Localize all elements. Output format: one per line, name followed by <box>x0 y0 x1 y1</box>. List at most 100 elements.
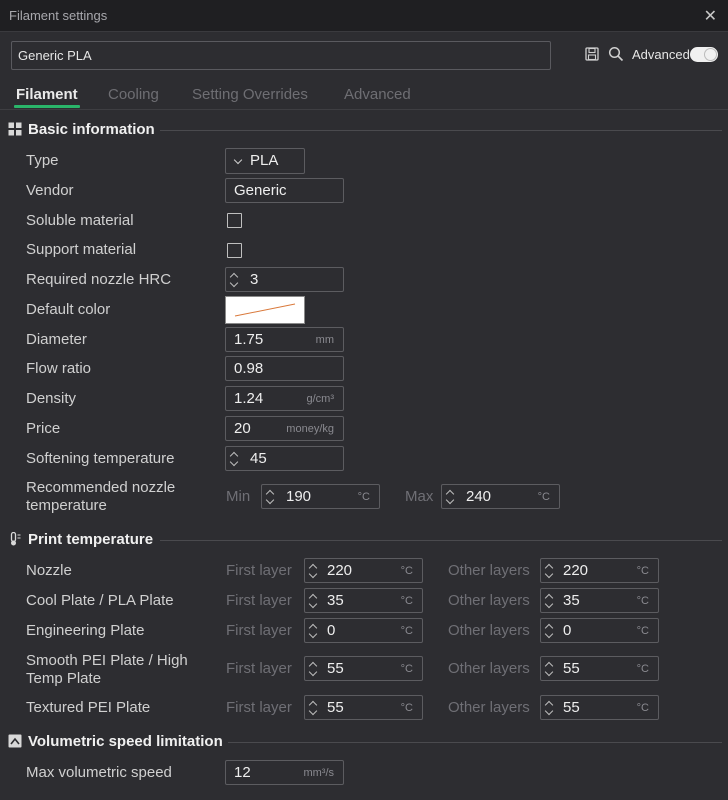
cool-plate-label: Cool Plate / PLA Plate <box>26 592 174 609</box>
search-icon[interactable] <box>608 46 624 62</box>
smooth-pei-label-line2: Temp Plate <box>26 670 102 687</box>
nozzle-max-value: 240 <box>466 488 492 505</box>
spin-arrows-icon[interactable] <box>446 487 456 506</box>
section-divider <box>160 130 722 131</box>
nozzle-min-value: 190 <box>286 488 312 505</box>
engineering-plate-label: Engineering Plate <box>26 622 145 639</box>
temp-unit: °C <box>400 595 413 607</box>
nozzle-first-layer-stepper[interactable]: 220 °C <box>304 558 423 583</box>
engineering-plate-first-value: 0 <box>327 622 336 639</box>
spin-arrows-icon[interactable] <box>309 621 319 640</box>
spin-arrows-icon[interactable] <box>545 591 555 610</box>
spin-arrows-icon[interactable] <box>230 449 240 468</box>
spin-arrows-icon[interactable] <box>309 561 319 580</box>
save-icon[interactable] <box>585 47 599 61</box>
hrc-label: Required nozzle HRC <box>26 271 172 288</box>
textured-pei-first-value: 55 <box>327 699 344 716</box>
cool-plate-other-value: 35 <box>563 592 580 609</box>
nozzle-label: Nozzle <box>26 562 72 579</box>
nozzle-min-stepper[interactable]: 190 °C <box>261 484 380 509</box>
max-volumetric-speed-field[interactable]: 12 mm³/s <box>225 760 344 785</box>
diameter-field[interactable]: 1.75 mm <box>225 327 344 352</box>
nozzle-temp-label: Recommended nozzle temperature <box>26 479 175 515</box>
section-title: Basic information <box>28 121 155 138</box>
empty-color-icon <box>234 303 296 317</box>
other-layers-label: Other layers <box>448 592 530 609</box>
vendor-field[interactable]: Generic <box>225 178 344 203</box>
engineering-plate-first-layer-stepper[interactable]: 0 °C <box>304 618 423 643</box>
support-checkbox[interactable] <box>227 243 242 258</box>
textured-pei-other-layers-stepper[interactable]: 55 °C <box>540 695 659 720</box>
tab-filament[interactable]: Filament <box>16 86 78 103</box>
temp-unit: °C <box>400 625 413 637</box>
spin-arrows-icon[interactable] <box>545 621 555 640</box>
other-layers-label: Other layers <box>448 562 530 579</box>
engineering-plate-other-value: 0 <box>563 622 572 639</box>
close-icon[interactable]: ✕ <box>704 6 717 26</box>
tab-cooling[interactable]: Cooling <box>108 86 159 103</box>
softening-stepper[interactable]: 45 <box>225 446 344 471</box>
flow-ratio-field[interactable]: 0.98 <box>225 356 344 381</box>
nozzle-max-unit: °C <box>537 491 550 503</box>
density-value: 1.24 <box>234 390 264 407</box>
density-unit: g/cm³ <box>306 393 335 405</box>
section-print-temperature: Print temperature <box>8 531 153 548</box>
textured-pei-other-value: 55 <box>563 699 580 716</box>
soluble-label: Soluble material <box>26 212 134 229</box>
preset-name-field[interactable]: Generic PLA <box>11 41 551 70</box>
cool-plate-other-layers-stepper[interactable]: 35 °C <box>540 588 659 613</box>
temp-unit: °C <box>636 595 649 607</box>
temp-unit: °C <box>400 663 413 675</box>
temp-unit: °C <box>636 625 649 637</box>
textured-pei-first-layer-stepper[interactable]: 55 °C <box>304 695 423 720</box>
smooth-pei-label-line1: Smooth PEI Plate / High <box>26 652 188 669</box>
tab-divider <box>0 109 728 110</box>
smooth-pei-other-value: 55 <box>563 660 580 677</box>
other-layers-label: Other layers <box>448 699 530 716</box>
spin-arrows-icon[interactable] <box>309 659 319 678</box>
softening-label: Softening temperature <box>26 450 175 467</box>
advanced-toggle-label: Advanced <box>632 47 690 62</box>
color-label: Default color <box>26 301 111 318</box>
first-layer-label: First layer <box>226 622 292 639</box>
section-title: Volumetric speed limitation <box>28 733 223 750</box>
spin-arrows-icon[interactable] <box>230 270 240 289</box>
nozzle-other-value: 220 <box>563 562 589 579</box>
temp-unit: °C <box>636 702 649 714</box>
first-layer-label: First layer <box>226 562 292 579</box>
cool-plate-first-layer-stepper[interactable]: 35 °C <box>304 588 423 613</box>
spin-arrows-icon[interactable] <box>309 591 319 610</box>
price-label: Price <box>26 420 61 437</box>
smooth-pei-other-layers-stepper[interactable]: 55 °C <box>540 656 659 681</box>
flow-label: Flow ratio <box>26 360 92 377</box>
nozzle-min-unit: °C <box>357 491 370 503</box>
smooth-pei-first-layer-stepper[interactable]: 55 °C <box>304 656 423 681</box>
density-field[interactable]: 1.24 g/cm³ <box>225 386 344 411</box>
tab-setting-overrides[interactable]: Setting Overrides <box>192 86 308 103</box>
softening-value: 45 <box>250 450 267 467</box>
type-value: PLA <box>250 152 279 169</box>
smooth-pei-first-value: 55 <box>327 660 344 677</box>
engineering-plate-other-layers-stepper[interactable]: 0 °C <box>540 618 659 643</box>
spin-arrows-icon[interactable] <box>545 561 555 580</box>
default-color-swatch[interactable] <box>225 296 305 324</box>
max-label: Max <box>405 488 434 505</box>
diameter-label: Diameter <box>26 331 87 348</box>
price-field[interactable]: 20 money/kg <box>225 416 344 441</box>
hrc-stepper[interactable]: 3 <box>225 267 344 292</box>
spin-arrows-icon[interactable] <box>266 487 276 506</box>
spin-arrows-icon[interactable] <box>545 698 555 717</box>
soluble-checkbox[interactable] <box>227 213 242 228</box>
temp-unit: °C <box>636 663 649 675</box>
diameter-value: 1.75 <box>234 331 264 348</box>
nozzle-max-stepper[interactable]: 240 °C <box>441 484 560 509</box>
type-dropdown[interactable]: PLA <box>225 148 305 174</box>
nozzle-other-layers-stepper[interactable]: 220 °C <box>540 558 659 583</box>
other-layers-label: Other layers <box>448 660 530 677</box>
advanced-toggle[interactable] <box>690 47 718 62</box>
tab-advanced[interactable]: Advanced <box>344 86 411 103</box>
spin-arrows-icon[interactable] <box>309 698 319 717</box>
spin-arrows-icon[interactable] <box>545 659 555 678</box>
temp-unit: °C <box>636 565 649 577</box>
textured-pei-plate-label: Textured PEI Plate <box>26 699 151 716</box>
